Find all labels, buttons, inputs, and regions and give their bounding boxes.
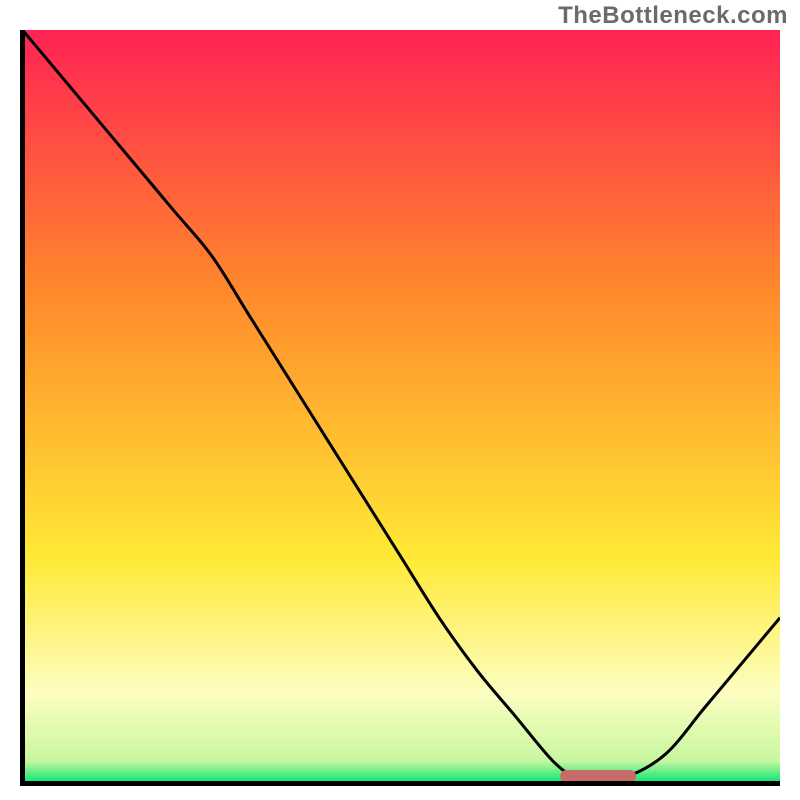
chart-frame: TheBottleneck.com	[0, 0, 800, 800]
attribution-label: TheBottleneck.com	[558, 2, 788, 30]
gradient-background	[23, 30, 781, 784]
plot-svg	[20, 30, 780, 786]
plot-axes	[20, 30, 780, 786]
